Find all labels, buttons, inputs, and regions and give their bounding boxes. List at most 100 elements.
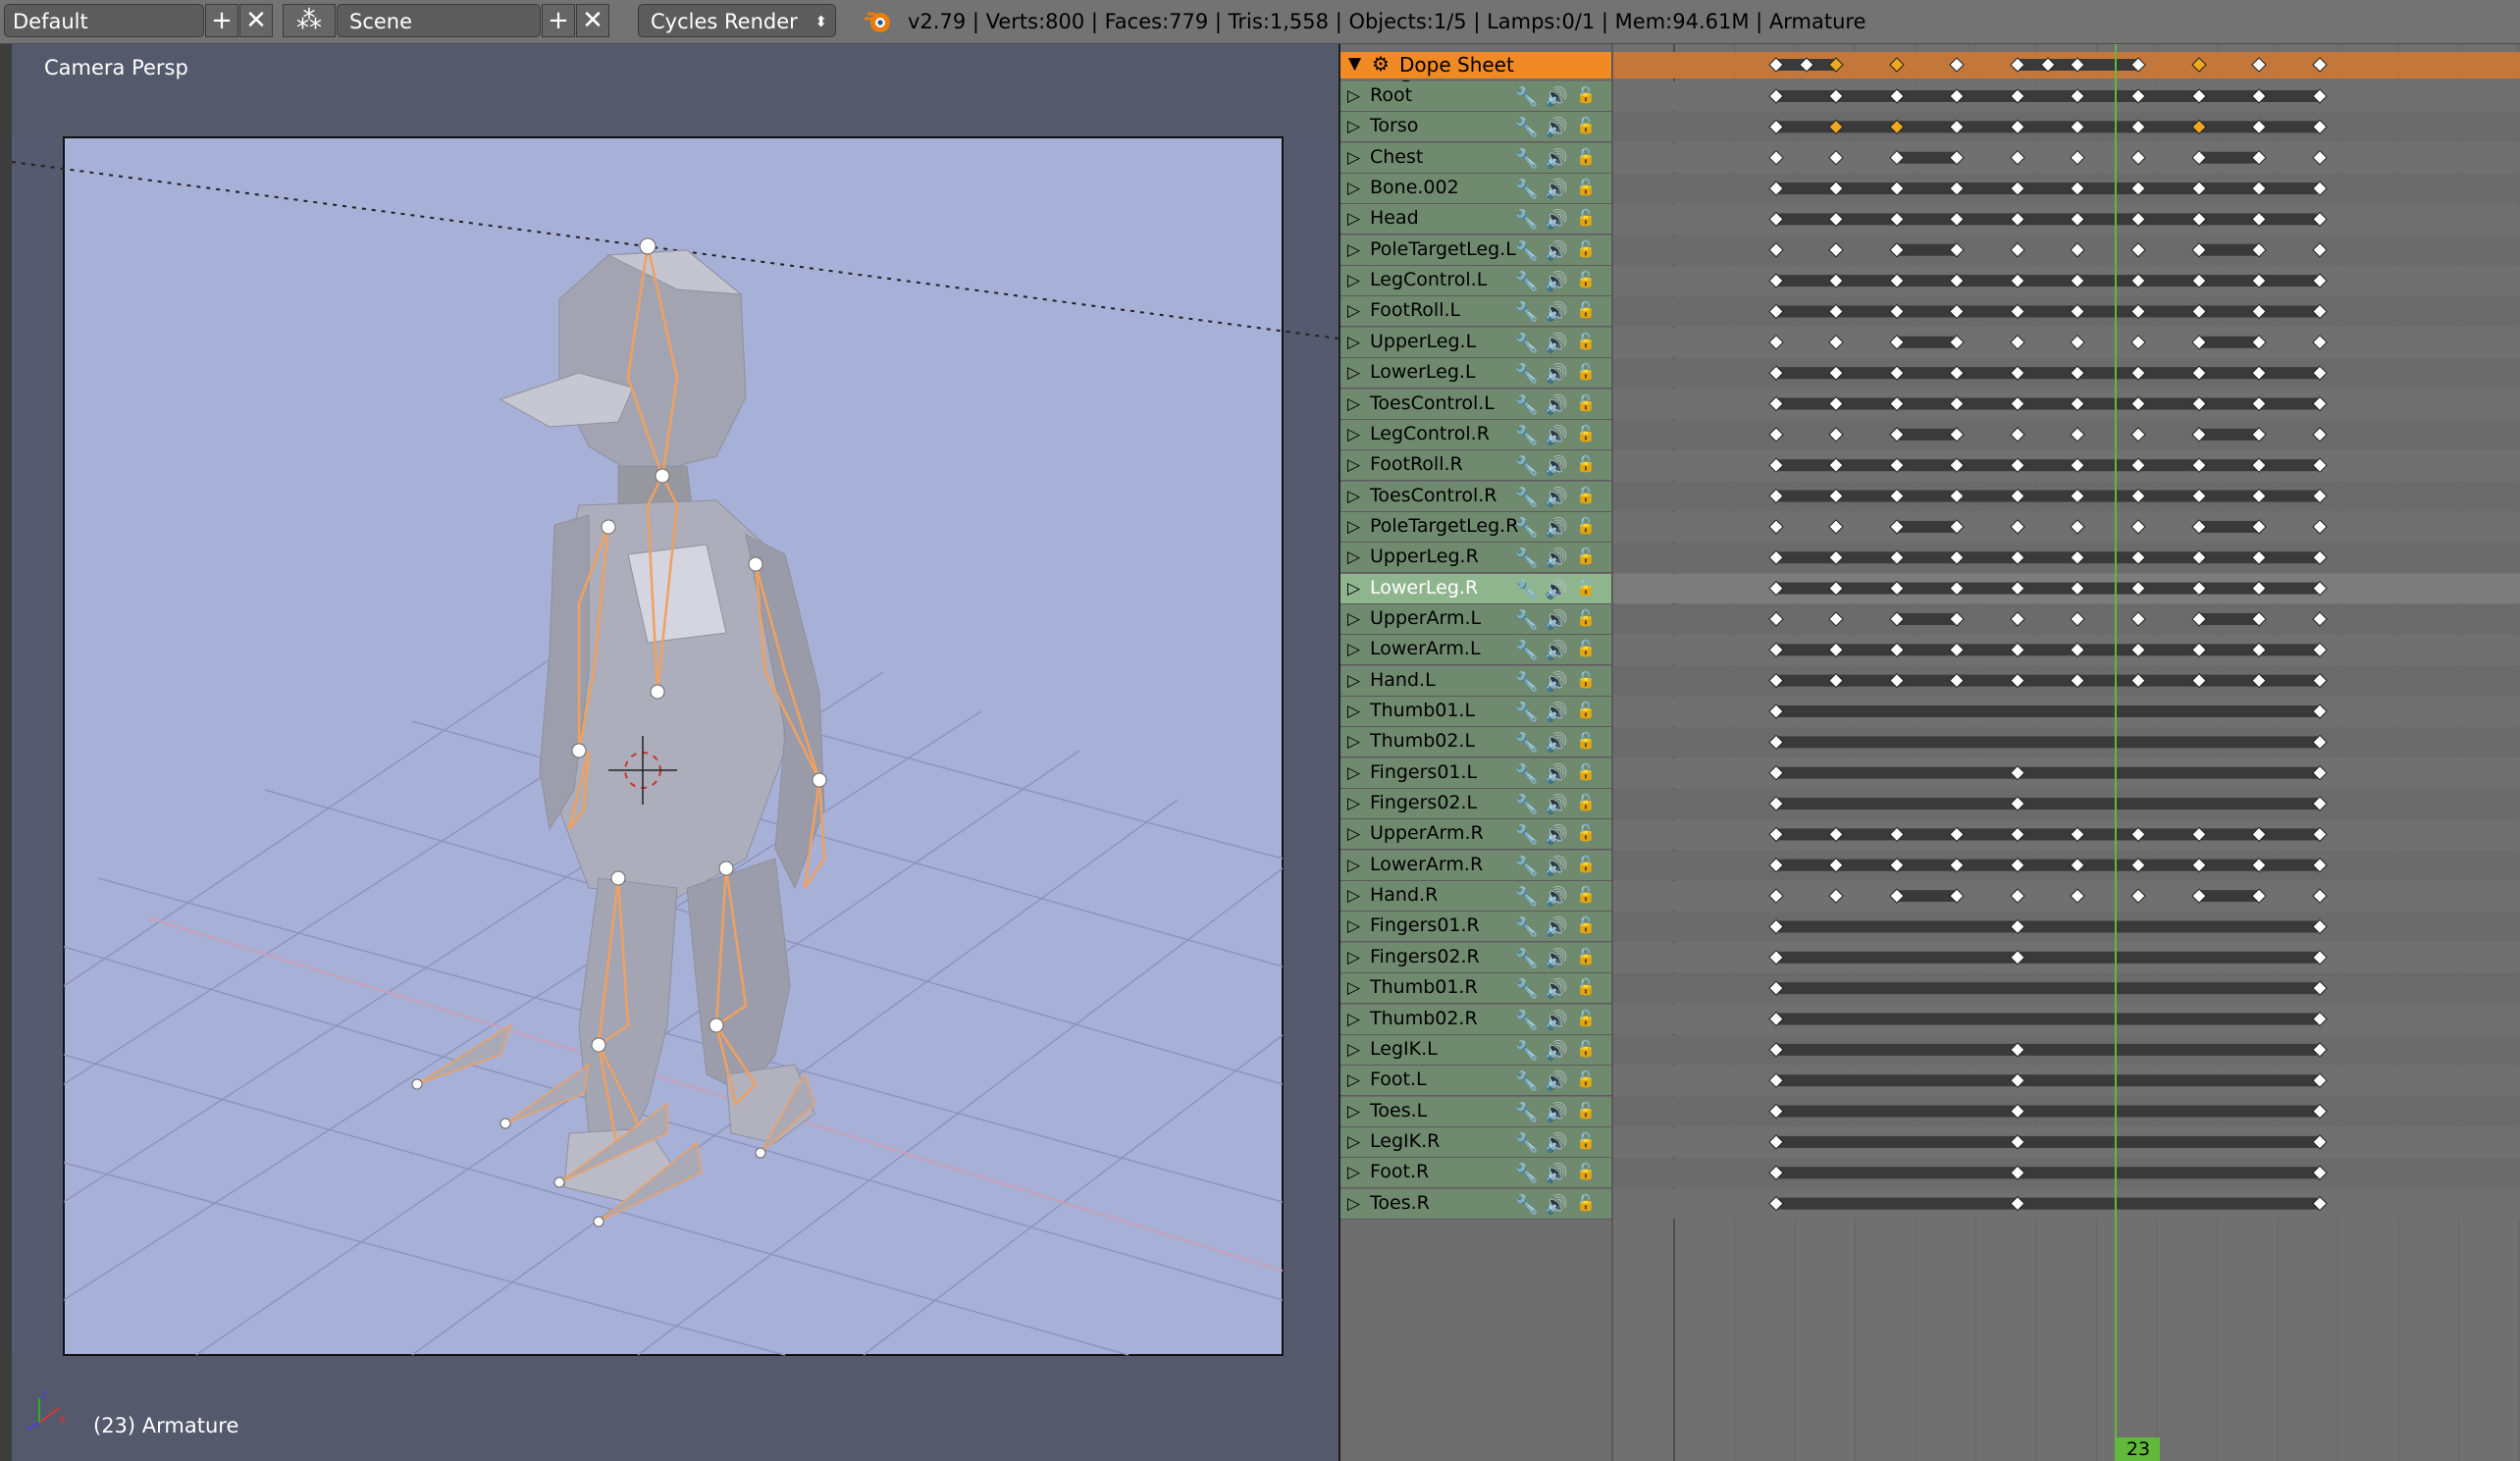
- keyframe-diamond[interactable]: [2312, 149, 2328, 166]
- keyframe-diamond[interactable]: [2312, 611, 2328, 627]
- keyframe-diamond[interactable]: [1768, 519, 1784, 535]
- keyframe-diamond[interactable]: [2312, 57, 2328, 73]
- keyframe-diamond[interactable]: [1828, 242, 1844, 258]
- keyframe-diamond[interactable]: [2010, 888, 2025, 904]
- keyframe-diamond[interactable]: [2130, 427, 2146, 443]
- hold-bar: [1776, 674, 2320, 687]
- hold-bar: [1776, 1135, 2320, 1148]
- hold-bar: [2199, 428, 2259, 441]
- current-frame-indicator[interactable]: 23: [2117, 1437, 2160, 1461]
- keyframe-diamond[interactable]: [2070, 149, 2085, 166]
- render-engine-value: Cycles Render: [651, 10, 798, 33]
- keyframe-diamond[interactable]: [1768, 335, 1784, 350]
- keyframe-diamond[interactable]: [1768, 888, 1784, 904]
- view-name-label: Camera Persp: [44, 56, 188, 79]
- scene-select[interactable]: Scene: [337, 4, 541, 37]
- dope-sheet-editor[interactable]: ▼ ⚙ Dope Sheet Summary ▷Root🔧🔊🔓▷Torso🔧🔊🔓…: [1340, 44, 2520, 1461]
- hold-bar: [2199, 243, 2259, 256]
- keyframe-diamond[interactable]: [1768, 242, 1784, 258]
- keyframe-diamond[interactable]: [2070, 888, 2085, 904]
- keyframe-diamond[interactable]: [2010, 149, 2025, 166]
- keyframe-diamond[interactable]: [2130, 335, 2146, 350]
- keyframe-diamond[interactable]: [2010, 611, 2025, 627]
- keyframe-diamond[interactable]: [2010, 335, 2025, 350]
- delete-layout-button[interactable]: ✕: [239, 4, 273, 37]
- keyframe-diamond[interactable]: [2312, 888, 2328, 904]
- hold-bar: [1897, 520, 1957, 533]
- keyframe-diamond[interactable]: [2130, 242, 2146, 258]
- hold-bar: [1776, 183, 2320, 195]
- hold-bar: [2199, 520, 2259, 533]
- scene-browse-button[interactable]: ⁂: [283, 4, 336, 37]
- hold-bar: [1776, 121, 2320, 133]
- hold-bar: [1897, 612, 1957, 625]
- hold-bar: [2199, 151, 2259, 164]
- hold-bar: [1897, 151, 1957, 164]
- keyframe-diamond[interactable]: [1889, 57, 1905, 73]
- keyframe-diamond[interactable]: [2130, 611, 2146, 627]
- hold-bar: [1776, 213, 2320, 226]
- blender-logo-icon: [862, 6, 895, 37]
- add-scene-button[interactable]: +: [542, 4, 575, 37]
- hold-bar: [1776, 736, 2320, 749]
- hold-bar: [1776, 490, 2320, 502]
- hold-bar: [1897, 428, 1957, 441]
- scene-value: Scene: [349, 10, 413, 33]
- hold-bar: [1776, 367, 2320, 380]
- keyframe-diamond[interactable]: [1828, 335, 1844, 350]
- keyframe-diamond[interactable]: [1768, 611, 1784, 627]
- hold-bar: [1776, 644, 2320, 656]
- keyframe-diamond[interactable]: [2070, 242, 2085, 258]
- screen-layout-select[interactable]: Default: [4, 4, 204, 37]
- x-icon: ✕: [245, 6, 267, 35]
- keyframe-diamond[interactable]: [2130, 149, 2146, 166]
- keyframe-diamond[interactable]: [1949, 57, 1965, 73]
- hold-bar: [1897, 890, 1957, 903]
- hold-bar: [1776, 305, 2320, 318]
- keyframe-diamond[interactable]: [2070, 519, 2085, 535]
- keyframe-diamond[interactable]: [1768, 427, 1784, 443]
- hold-bar: [1776, 859, 2320, 871]
- keyframe-diamond[interactable]: [1828, 427, 1844, 443]
- keyframe-diamond[interactable]: [2312, 242, 2328, 258]
- keyframe-area[interactable]: [1340, 44, 2520, 1461]
- render-engine-select[interactable]: Cycles Render ⬍: [638, 4, 836, 37]
- add-layout-button[interactable]: +: [205, 4, 238, 37]
- hold-bar: [1776, 1074, 2320, 1087]
- keyframe-diamond[interactable]: [2070, 427, 2085, 443]
- keyframe-diamond[interactable]: [2070, 335, 2085, 350]
- keyframe-diamond[interactable]: [1828, 611, 1844, 627]
- plus-icon: +: [548, 6, 569, 35]
- keyframe-diamond[interactable]: [2130, 888, 2146, 904]
- keyframe-diamond[interactable]: [2312, 335, 2328, 350]
- hold-bar: [1776, 275, 2320, 287]
- hold-bar: [1776, 1197, 2320, 1210]
- scene-icon: ⁂: [296, 6, 322, 35]
- active-object-label: (23) Armature: [93, 1414, 239, 1437]
- keyframe-diamond[interactable]: [1828, 149, 1844, 166]
- delete-scene-button[interactable]: ✕: [576, 4, 609, 37]
- 3d-viewport[interactable]: z x Camera Persp (23) Armature: [0, 44, 1340, 1461]
- hold-bar: [1776, 551, 2320, 564]
- hold-bar: [1776, 1013, 2320, 1025]
- keyframe-diamond[interactable]: [2130, 519, 2146, 535]
- hold-bar: [1776, 397, 2320, 410]
- current-frame-line[interactable]: [2115, 44, 2117, 1461]
- keyframe-diamond[interactable]: [2312, 427, 2328, 443]
- keyframe-diamond[interactable]: [2070, 611, 2085, 627]
- svg-text:x: x: [59, 1412, 66, 1426]
- keyframe-diamond[interactable]: [2191, 57, 2207, 73]
- hold-bar: [1776, 766, 2320, 779]
- keyframe-diamond[interactable]: [2312, 519, 2328, 535]
- updown-arrow-icon: ⬍: [814, 13, 827, 30]
- hold-bar: [1776, 1043, 2320, 1056]
- keyframe-diamond[interactable]: [2251, 57, 2267, 73]
- keyframe-diamond[interactable]: [1828, 888, 1844, 904]
- keyframe-diamond[interactable]: [2010, 242, 2025, 258]
- keyframe-diamond[interactable]: [1768, 149, 1784, 166]
- keyframe-diamond[interactable]: [1828, 519, 1844, 535]
- keyframe-diamond[interactable]: [2010, 519, 2025, 535]
- keyframe-diamond[interactable]: [2010, 427, 2025, 443]
- hold-bar: [1776, 798, 2320, 810]
- scene-statistics: v2.79 | Verts:800 | Faces:779 | Tris:1,5…: [908, 10, 1866, 33]
